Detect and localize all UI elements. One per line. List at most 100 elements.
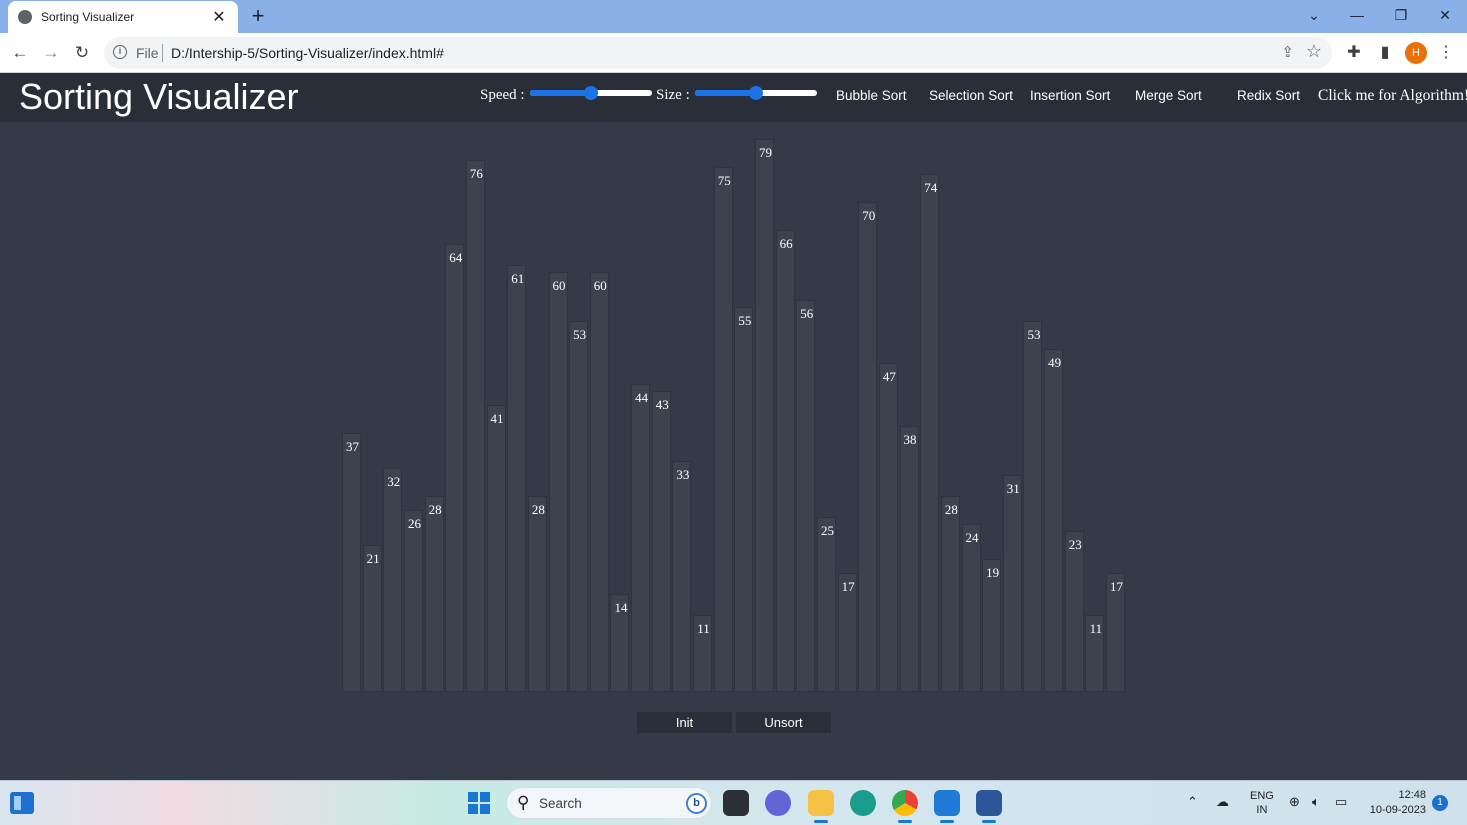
- back-icon[interactable]: ←: [6, 39, 34, 67]
- browser-toolbar: ← → ↻ i File D:/Intership-5/Sorting-Visu…: [0, 33, 1467, 73]
- notification-badge[interactable]: 1: [1432, 795, 1448, 811]
- start-icon[interactable]: [468, 792, 490, 814]
- bar: 32: [383, 468, 403, 692]
- battery-icon[interactable]: ▭: [1335, 794, 1347, 810]
- share-icon[interactable]: ⇪: [1281, 43, 1294, 61]
- bar: 41: [486, 405, 506, 692]
- bar-value-label: 74: [924, 180, 938, 195]
- bar: 60: [589, 272, 609, 692]
- browser-tab-strip: Sorting Visualizer ✕ + ⌄ — ❐ ✕: [0, 0, 1467, 33]
- speed-slider[interactable]: [530, 86, 652, 100]
- size-slider[interactable]: [695, 86, 817, 100]
- chevron-up-icon[interactable]: ⌃: [1187, 794, 1198, 810]
- merge-sort-button[interactable]: Merge Sort: [1135, 88, 1202, 103]
- bookmark-star-icon[interactable]: ☆: [1306, 41, 1322, 62]
- bar: 28: [424, 496, 444, 692]
- bar: 28: [940, 496, 960, 692]
- widgets-icon[interactable]: [10, 792, 34, 814]
- chrome-icon[interactable]: [892, 790, 918, 823]
- bar: 66: [775, 230, 795, 692]
- bars-container: 37 21 32 26 28 64 76 41 61 28 60 53 60 14 44 43 33 11 75 55…: [0, 122, 1467, 692]
- file-explorer-icon[interactable]: [808, 790, 834, 823]
- taskbar: ⚲ Search b ⌃ ☁ ENG IN ⊕ 🔈︎ ▭ 12:48 10-09…: [0, 780, 1467, 825]
- minimize-icon[interactable]: —: [1335, 0, 1379, 30]
- algorithm-info-link[interactable]: Click me for Algorithm!: [1318, 87, 1467, 105]
- side-panel-icon[interactable]: ▮: [1373, 41, 1397, 65]
- new-tab-button[interactable]: +: [246, 3, 270, 29]
- edge-icon[interactable]: [850, 790, 876, 816]
- onedrive-icon[interactable]: ☁: [1216, 794, 1229, 810]
- bar-value-label: 56: [800, 306, 814, 321]
- app-header: Sorting Visualizer Speed : Size : Bubble…: [0, 73, 1467, 122]
- bar: 24: [961, 524, 981, 692]
- size-label: Size :: [656, 87, 690, 103]
- close-tab-icon[interactable]: ✕: [210, 7, 228, 27]
- forward-icon[interactable]: →: [37, 39, 65, 67]
- bar-value-label: 79: [759, 145, 772, 160]
- taskbar-search[interactable]: ⚲ Search b: [506, 787, 712, 819]
- bar: 53: [1023, 321, 1043, 692]
- bar: 17: [1106, 573, 1126, 692]
- url-scheme: File: [136, 45, 159, 61]
- bar: 11: [1085, 615, 1105, 692]
- profile-avatar[interactable]: H: [1405, 42, 1427, 64]
- reload-icon[interactable]: ↻: [68, 39, 96, 67]
- init-button[interactable]: Init: [637, 712, 732, 733]
- insertion-sort-button[interactable]: Insertion Sort: [1030, 88, 1110, 103]
- speed-slider-thumb[interactable]: [584, 86, 598, 100]
- bing-icon[interactable]: b: [686, 793, 707, 814]
- globe-icon: [18, 10, 32, 24]
- bar-value-label: 70: [862, 208, 876, 223]
- chat-icon[interactable]: [765, 790, 791, 816]
- bar: 75: [713, 167, 733, 692]
- bar-value-label: 43: [655, 397, 669, 412]
- language-code: ENG: [1250, 790, 1274, 802]
- bar: 79: [755, 139, 774, 692]
- info-icon[interactable]: i: [113, 45, 127, 59]
- language-indicator[interactable]: ENG IN: [1250, 789, 1274, 817]
- close-window-icon[interactable]: ✕: [1423, 0, 1467, 30]
- bar: 56: [796, 300, 816, 692]
- clock[interactable]: 12:48 10-09-2023: [1365, 788, 1426, 818]
- bar-value-label: 17: [1110, 579, 1124, 594]
- unsort-button[interactable]: Unsort: [736, 712, 831, 733]
- selection-sort-button[interactable]: Selection Sort: [929, 88, 1013, 103]
- restore-icon[interactable]: ❐: [1379, 0, 1423, 30]
- size-slider-thumb[interactable]: [749, 86, 763, 100]
- bubble-sort-button[interactable]: Bubble Sort: [836, 88, 907, 103]
- tab-search-icon[interactable]: ⌄: [1292, 0, 1336, 30]
- redix-sort-button[interactable]: Redix Sort: [1237, 88, 1300, 103]
- bar-value-label: 66: [779, 236, 793, 251]
- bar: 70: [858, 202, 878, 692]
- bar: 31: [1002, 475, 1022, 692]
- search-placeholder: Search: [539, 796, 582, 811]
- bar: 38: [899, 426, 919, 692]
- speed-slider-fill: [530, 90, 591, 96]
- speed-label: Speed :: [480, 87, 525, 103]
- bar-value-label: 53: [1027, 327, 1041, 342]
- menu-icon[interactable]: ⋮: [1434, 41, 1458, 65]
- bar-value-label: 25: [820, 523, 834, 538]
- task-view-icon[interactable]: [723, 790, 749, 816]
- bar-value-label: 60: [593, 278, 607, 293]
- bar-value-label: 75: [717, 173, 731, 188]
- search-icon: ⚲: [517, 793, 530, 812]
- url-text[interactable]: D:/Intership-5/Sorting-Visualizer/index.…: [171, 45, 444, 61]
- bar: 17: [837, 573, 857, 692]
- bar-value-label: 49: [1048, 355, 1062, 370]
- volume-icon[interactable]: 🔈︎: [1312, 794, 1320, 810]
- word-icon[interactable]: [976, 790, 1002, 823]
- browser-tab[interactable]: Sorting Visualizer ✕: [8, 1, 238, 33]
- bar-value-label: 28: [944, 502, 958, 517]
- bar-value-label: 24: [965, 530, 979, 545]
- extensions-icon[interactable]: ✚: [1342, 41, 1366, 65]
- vscode-icon[interactable]: [934, 790, 960, 823]
- bar: 64: [445, 244, 465, 692]
- bar: 44: [631, 384, 651, 692]
- bar: 53: [569, 321, 589, 692]
- network-icon[interactable]: ⊕: [1289, 794, 1300, 810]
- size-slider-fill: [695, 90, 756, 96]
- bar: 74: [920, 174, 940, 692]
- bar: 55: [734, 307, 754, 692]
- address-bar[interactable]: i File D:/Intership-5/Sorting-Visualizer…: [104, 37, 1332, 69]
